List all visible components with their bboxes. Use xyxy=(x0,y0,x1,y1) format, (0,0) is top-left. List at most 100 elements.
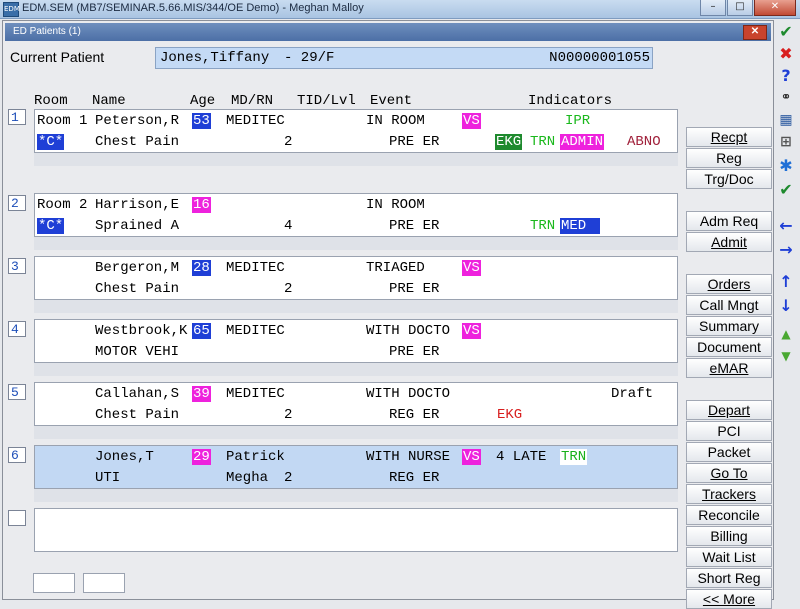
billing-button[interactable]: Billing xyxy=(686,526,772,546)
recpt-label: Recpt xyxy=(710,129,748,145)
row-number[interactable]: 4 xyxy=(8,321,26,337)
col-header-tid[interactable]: TID/Lvl xyxy=(297,93,356,109)
name-cell: Callahan,S xyxy=(95,386,180,402)
md-cell: Patrick xyxy=(226,449,285,465)
trg-doc-button[interactable]: Trg/Doc xyxy=(686,169,772,189)
help-icon[interactable]: ? xyxy=(776,66,796,86)
trn-indicator[interactable]: TRN xyxy=(530,133,555,151)
app-icon: EDM xyxy=(3,2,20,17)
med-indicator[interactable]: MED xyxy=(560,218,600,234)
col-header-name[interactable]: Name xyxy=(92,93,126,109)
row-number[interactable]: 2 xyxy=(8,195,26,211)
late-indicator[interactable]: 4 LATE xyxy=(496,448,546,466)
call-mngt-button[interactable]: Call Mngt xyxy=(686,295,772,315)
row-number[interactable]: 3 xyxy=(8,258,26,274)
trackers-button[interactable]: Trackers xyxy=(686,484,772,504)
packet-button[interactable]: Packet xyxy=(686,442,772,462)
event-cell: TRIAGED xyxy=(366,260,425,276)
current-patient-field[interactable]: Jones,Tiffany - 29/F N00000001055 xyxy=(155,47,653,69)
tab-close-button[interactable]: ✕ xyxy=(743,25,767,40)
patient-row-selected[interactable]: Jones,T 29 Patrick WITH NURSE VS 4 LATE … xyxy=(34,445,678,489)
depart-button[interactable]: Depart xyxy=(686,400,772,420)
ekg-indicator[interactable]: EKG xyxy=(495,134,523,150)
patient-row[interactable]: Room 1 Peterson,R 53 MEDITEC IN ROOM VS … xyxy=(34,109,678,153)
name-cell: Jones,T xyxy=(95,449,154,465)
vs-indicator[interactable]: VS xyxy=(462,449,481,465)
check-icon[interactable]: ✔ xyxy=(776,22,796,42)
table-icon[interactable]: ▦ xyxy=(776,110,796,130)
level-cell: 4 xyxy=(284,218,293,234)
check-all-icon[interactable]: ✔ xyxy=(776,180,796,200)
reconcile-button[interactable]: Reconcile xyxy=(686,505,772,525)
trn-indicator[interactable]: TRN xyxy=(530,217,555,235)
col-header-event[interactable]: Event xyxy=(370,93,412,109)
row-number-empty[interactable] xyxy=(8,510,26,526)
room-cell: Room 2 xyxy=(37,197,88,213)
current-patient-age-sex: - 29/F xyxy=(284,50,335,66)
recpt-button[interactable]: Recpt xyxy=(686,127,772,147)
col-header-indicators[interactable]: Indicators xyxy=(528,93,612,109)
draft-indicator[interactable]: Draft xyxy=(611,385,653,403)
col-header-mdrn[interactable]: MD/RN xyxy=(231,93,273,109)
short-reg-button[interactable]: Short Reg xyxy=(686,568,772,588)
close-window-button[interactable]: ✕ xyxy=(754,0,796,16)
emar-button[interactable]: eMAR xyxy=(686,358,772,378)
vs-indicator[interactable]: VS xyxy=(462,260,481,276)
arrow-right-icon[interactable]: → xyxy=(776,240,796,260)
depart-label: Depart xyxy=(707,402,751,418)
double-down-icon[interactable]: ▼ xyxy=(776,346,796,366)
complaint-cell: Sprained A xyxy=(95,218,180,234)
vs-indicator[interactable]: VS xyxy=(462,113,481,129)
footer-field[interactable] xyxy=(83,573,125,593)
vs-indicator[interactable]: VS xyxy=(462,323,481,339)
patient-row[interactable]: Callahan,S 39 MEDITEC WITH DOCTO Draft C… xyxy=(34,382,678,426)
emar-label: eMAR xyxy=(709,360,749,376)
x-icon[interactable]: ✖ xyxy=(776,44,796,64)
double-up-icon[interactable]: ▲ xyxy=(776,324,796,344)
ipr-indicator[interactable]: IPR xyxy=(565,112,590,130)
asterisk-icon[interactable]: ✱ xyxy=(776,156,796,176)
event2-cell: REG ER xyxy=(389,470,440,486)
patient-row[interactable]: Westbrook,K 65 MEDITEC WITH DOCTO VS MOT… xyxy=(34,319,678,363)
event-cell: WITH DOCTO xyxy=(366,323,451,339)
current-patient-label: Current Patient xyxy=(10,49,105,65)
arrow-up-icon[interactable]: ↑ xyxy=(776,272,796,292)
pci-button[interactable]: PCI xyxy=(686,421,772,441)
col-header-age[interactable]: Age xyxy=(190,93,215,109)
patient-row[interactable]: Bergeron,M 28 MEDITEC TRIAGED VS Chest P… xyxy=(34,256,678,300)
empty-row[interactable] xyxy=(34,508,678,552)
orders-button[interactable]: Orders xyxy=(686,274,772,294)
footer-field[interactable] xyxy=(33,573,75,593)
ekg-indicator[interactable]: EKG xyxy=(497,406,522,424)
row-number[interactable]: 1 xyxy=(8,109,26,125)
binoculars-icon[interactable]: ⚭ xyxy=(776,88,796,108)
document-button[interactable]: Document xyxy=(686,337,772,357)
more-button[interactable]: << More xyxy=(686,589,772,609)
minimize-button[interactable]: – xyxy=(700,0,726,16)
adm-req-button[interactable]: Adm Req xyxy=(686,211,772,231)
room-cell: Room 1 xyxy=(37,113,88,129)
row-number[interactable]: 6 xyxy=(8,447,26,463)
c-tag-badge: *C* xyxy=(37,134,65,150)
row-divider xyxy=(34,489,678,502)
summary-button[interactable]: Summary xyxy=(686,316,772,336)
maximize-button[interactable]: □ xyxy=(727,0,753,16)
wait-list-button[interactable]: Wait List xyxy=(686,547,772,567)
trackers-label: Trackers xyxy=(702,486,756,502)
admin-indicator[interactable]: ADMIN xyxy=(560,134,605,150)
event2-cell: PRE ER xyxy=(389,218,440,234)
event-cell: WITH NURSE xyxy=(366,449,451,465)
patient-row[interactable]: Room 2 Harrison,E 16 IN ROOM *C* Spraine… xyxy=(34,193,678,237)
billing-label: Billing xyxy=(710,528,748,544)
reg-button[interactable]: Reg xyxy=(686,148,772,168)
abno-indicator[interactable]: ABNO xyxy=(627,133,661,151)
trn-indicator[interactable]: TRN xyxy=(560,449,588,465)
go-to-button[interactable]: Go To xyxy=(686,463,772,483)
row-number[interactable]: 5 xyxy=(8,384,26,400)
arrow-down-icon[interactable]: ↓ xyxy=(776,296,796,316)
admit-button[interactable]: Admit xyxy=(686,232,772,252)
col-header-room[interactable]: Room xyxy=(34,93,68,109)
level-cell: 2 xyxy=(284,281,293,297)
tree-icon[interactable]: ⊞ xyxy=(776,132,796,152)
arrow-left-icon[interactable]: ← xyxy=(776,216,796,236)
